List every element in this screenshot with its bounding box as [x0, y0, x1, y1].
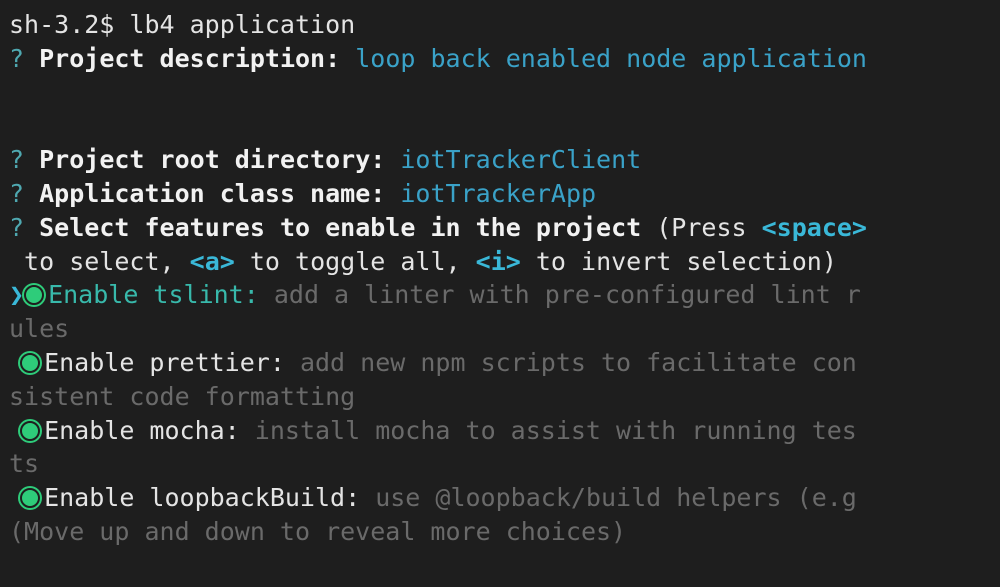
app-class-line: ? Application class name: iotTrackerApp — [9, 177, 999, 211]
terminal-output: sh-3.2$ lb4 application ? Project descri… — [9, 8, 999, 549]
option-description: add a linter with pre-configured lint r — [273, 280, 861, 310]
option-name: Enable tslint: — [48, 280, 259, 310]
shell-command: sh-3.2$ lb4 application — [9, 10, 356, 39]
features-question-line: ? Select features to enable in the proje… — [9, 211, 999, 245]
app-class-value: iotTrackerApp — [400, 178, 597, 208]
option-description: add new npm scripts to facilitate con — [299, 347, 857, 377]
hint-select: to select, — [9, 246, 175, 276]
features-label: Select features to enable in the project — [39, 212, 642, 242]
question-mark: ? — [9, 145, 25, 175]
option-name: Enable loopbackBuild: — [44, 483, 361, 513]
feature-option-mocha[interactable]: Enable mocha: install mocha to assist wi… — [9, 414, 999, 482]
project-root-label: Project root directory: — [39, 145, 386, 175]
feature-option-prettier[interactable]: Enable prettier: add new npm scripts to … — [9, 346, 999, 414]
shell-prompt-line: sh-3.2$ lb4 application — [9, 8, 999, 42]
hint-toggle: to toggle all, — [249, 246, 461, 276]
i-key-hint: <i> — [475, 246, 521, 276]
hint-press: (Press — [656, 212, 747, 242]
radio-selected-icon[interactable] — [24, 285, 45, 306]
option-description-wrap: ules — [9, 314, 70, 344]
feature-option-tslint[interactable]: ❯ Enable tslint: add a linter with pre-co… — [9, 278, 999, 346]
radio-selected-icon[interactable] — [20, 420, 41, 441]
question-mark: ? — [9, 212, 25, 242]
feature-option-loopbackbuild[interactable]: Enable loopbackBuild: use @loopback/buil… — [9, 481, 999, 515]
option-description: install mocha to assist with running tes — [254, 415, 857, 445]
space-key-hint: <space> — [761, 212, 867, 242]
terminal-window: { "terminal": { "prompt_line": "sh-3.2$ … — [0, 0, 1000, 587]
features-hint-line: to select, <a> to toggle all, <i> to inv… — [9, 245, 999, 279]
scroll-hint: (Move up and down to reveal more choices… — [9, 516, 627, 546]
pointer-icon: ❯ — [9, 280, 25, 310]
a-key-hint: <a> — [189, 246, 235, 276]
hint-invert: to invert selection) — [535, 246, 837, 276]
project-description-line: ? Project description: loop back enabled… — [9, 42, 999, 76]
project-description-value: loop back enabled node application — [355, 43, 867, 73]
option-description: use @loopback/build helpers (e.g — [375, 483, 857, 513]
question-mark: ? — [9, 43, 25, 73]
scroll-hint-line: (Move up and down to reveal more choices… — [9, 515, 999, 549]
question-mark: ? — [9, 178, 25, 208]
option-name: Enable mocha: — [44, 415, 240, 445]
option-description-wrap: ts — [9, 449, 40, 479]
project-root-value: iotTrackerClient — [400, 145, 642, 175]
option-name: Enable prettier: — [44, 347, 285, 377]
radio-selected-icon[interactable] — [20, 488, 41, 509]
radio-selected-icon[interactable] — [20, 352, 41, 373]
app-class-label: Application class name: — [39, 178, 386, 208]
project-root-line: ? Project root directory: iotTrackerClie… — [9, 143, 999, 177]
project-description-label: Project description: — [39, 43, 341, 73]
option-description-wrap: sistent code formatting — [9, 381, 356, 411]
